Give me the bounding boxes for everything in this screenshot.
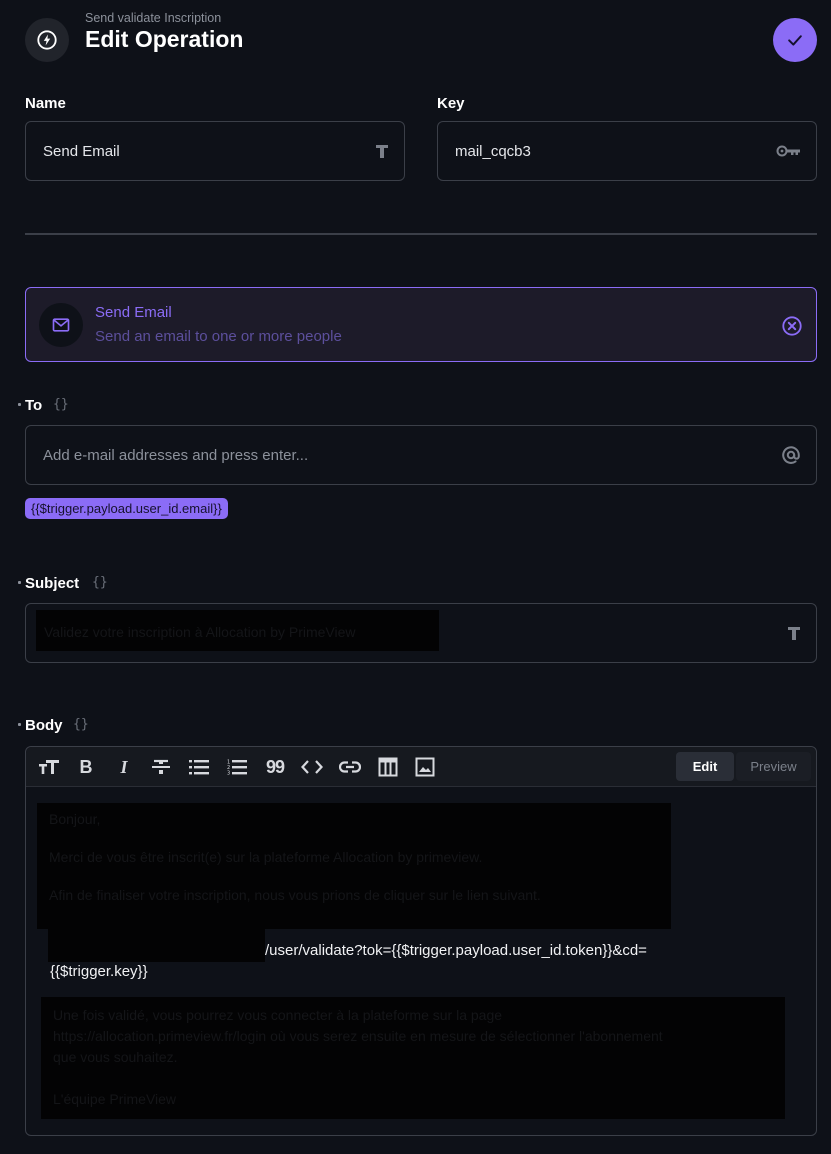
- key-input[interactable]: mail_cqcb3: [437, 121, 817, 181]
- operation-description: Send an email to one or more people: [95, 328, 342, 345]
- operation-type-card[interactable]: Send Email Send an email to one or more …: [25, 287, 817, 362]
- required-indicator: [18, 723, 21, 726]
- blockquote-button[interactable]: 99: [262, 755, 288, 779]
- validation-link-continuation: {{$trigger.key}}: [50, 963, 148, 980]
- body-redacted-block-1: Bonjour, Merci de vous être inscrit(e) s…: [37, 803, 671, 929]
- name-input[interactable]: Send Email: [25, 121, 405, 181]
- body-variables-toggle[interactable]: {}: [73, 717, 89, 732]
- recipient-chip[interactable]: {{$trigger.payload.user_id.email}}: [25, 498, 228, 519]
- table-button[interactable]: [375, 755, 401, 779]
- body-label: Body: [25, 717, 63, 734]
- save-button[interactable]: [773, 18, 817, 62]
- italic-icon: I: [120, 756, 128, 777]
- close-circle-icon: [782, 316, 802, 336]
- tab-preview[interactable]: Preview: [736, 752, 811, 781]
- strikethrough-button[interactable]: [148, 755, 174, 779]
- bold-button[interactable]: B: [73, 755, 99, 779]
- subject-value-redacted: Validez votre inscription à Allocation b…: [36, 610, 439, 651]
- italic-button[interactable]: I: [111, 755, 137, 779]
- link-button[interactable]: [337, 755, 363, 779]
- code-icon: [301, 760, 323, 774]
- body-redacted-block-2: Une fois validé, vous pourrez vous conne…: [41, 997, 785, 1119]
- to-variables-toggle[interactable]: {}: [53, 397, 69, 412]
- heading-icon: [39, 760, 59, 774]
- text-type-icon: [786, 625, 802, 641]
- at-icon: [780, 444, 802, 466]
- required-indicator: [18, 403, 21, 406]
- editor-toolbar: B I 1 2 3 99 Edit Preview: [26, 747, 816, 787]
- bullet-list-icon: [189, 760, 209, 775]
- name-value: Send Email: [43, 142, 120, 160]
- to-input[interactable]: Add e-mail addresses and press enter...: [25, 425, 817, 485]
- deselect-operation-button[interactable]: [781, 315, 803, 337]
- header-subtitle: Send validate Inscription: [85, 11, 222, 25]
- heading-button[interactable]: [36, 755, 62, 779]
- operation-title: Send Email: [95, 304, 172, 321]
- mail-icon-badge: [39, 303, 83, 347]
- subject-variables-toggle[interactable]: {}: [92, 575, 108, 590]
- body-editor[interactable]: B I 1 2 3 99 Edit Preview Bonjour, Merci…: [25, 746, 817, 1136]
- to-label: To: [25, 397, 43, 414]
- key-icon: [776, 144, 802, 158]
- numbered-list-icon: 1 2 3: [227, 760, 247, 776]
- body-redacted-link-prefix: [48, 927, 265, 962]
- page-title: Edit Operation: [85, 26, 244, 52]
- svg-text:3: 3: [227, 771, 230, 776]
- code-button[interactable]: [299, 755, 325, 779]
- numbered-list-button[interactable]: 1 2 3: [224, 755, 250, 779]
- tab-edit[interactable]: Edit: [676, 752, 734, 781]
- bullet-list-button[interactable]: [186, 755, 212, 779]
- required-indicator: [18, 581, 21, 584]
- image-button[interactable]: [412, 755, 438, 779]
- section-divider: [25, 233, 817, 235]
- key-label: Key: [437, 95, 465, 112]
- strikethrough-icon: [152, 759, 170, 774]
- table-icon: [378, 757, 398, 777]
- mail-icon: [52, 318, 70, 332]
- link-icon: [339, 761, 361, 773]
- bolt-icon: [37, 30, 57, 50]
- image-icon: [415, 757, 435, 777]
- to-placeholder: Add e-mail addresses and press enter...: [43, 446, 309, 464]
- text-type-icon: [374, 143, 390, 159]
- subject-label: Subject: [25, 575, 80, 592]
- quote-icon: 99: [265, 756, 285, 777]
- bold-icon: B: [79, 756, 93, 777]
- validation-link-text: /user/validate?tok={{$trigger.payload.us…: [265, 942, 647, 959]
- name-label: Name: [25, 95, 66, 112]
- operation-type-icon-badge: [25, 18, 69, 62]
- check-icon: [788, 35, 802, 46]
- key-value: mail_cqcb3: [455, 142, 531, 160]
